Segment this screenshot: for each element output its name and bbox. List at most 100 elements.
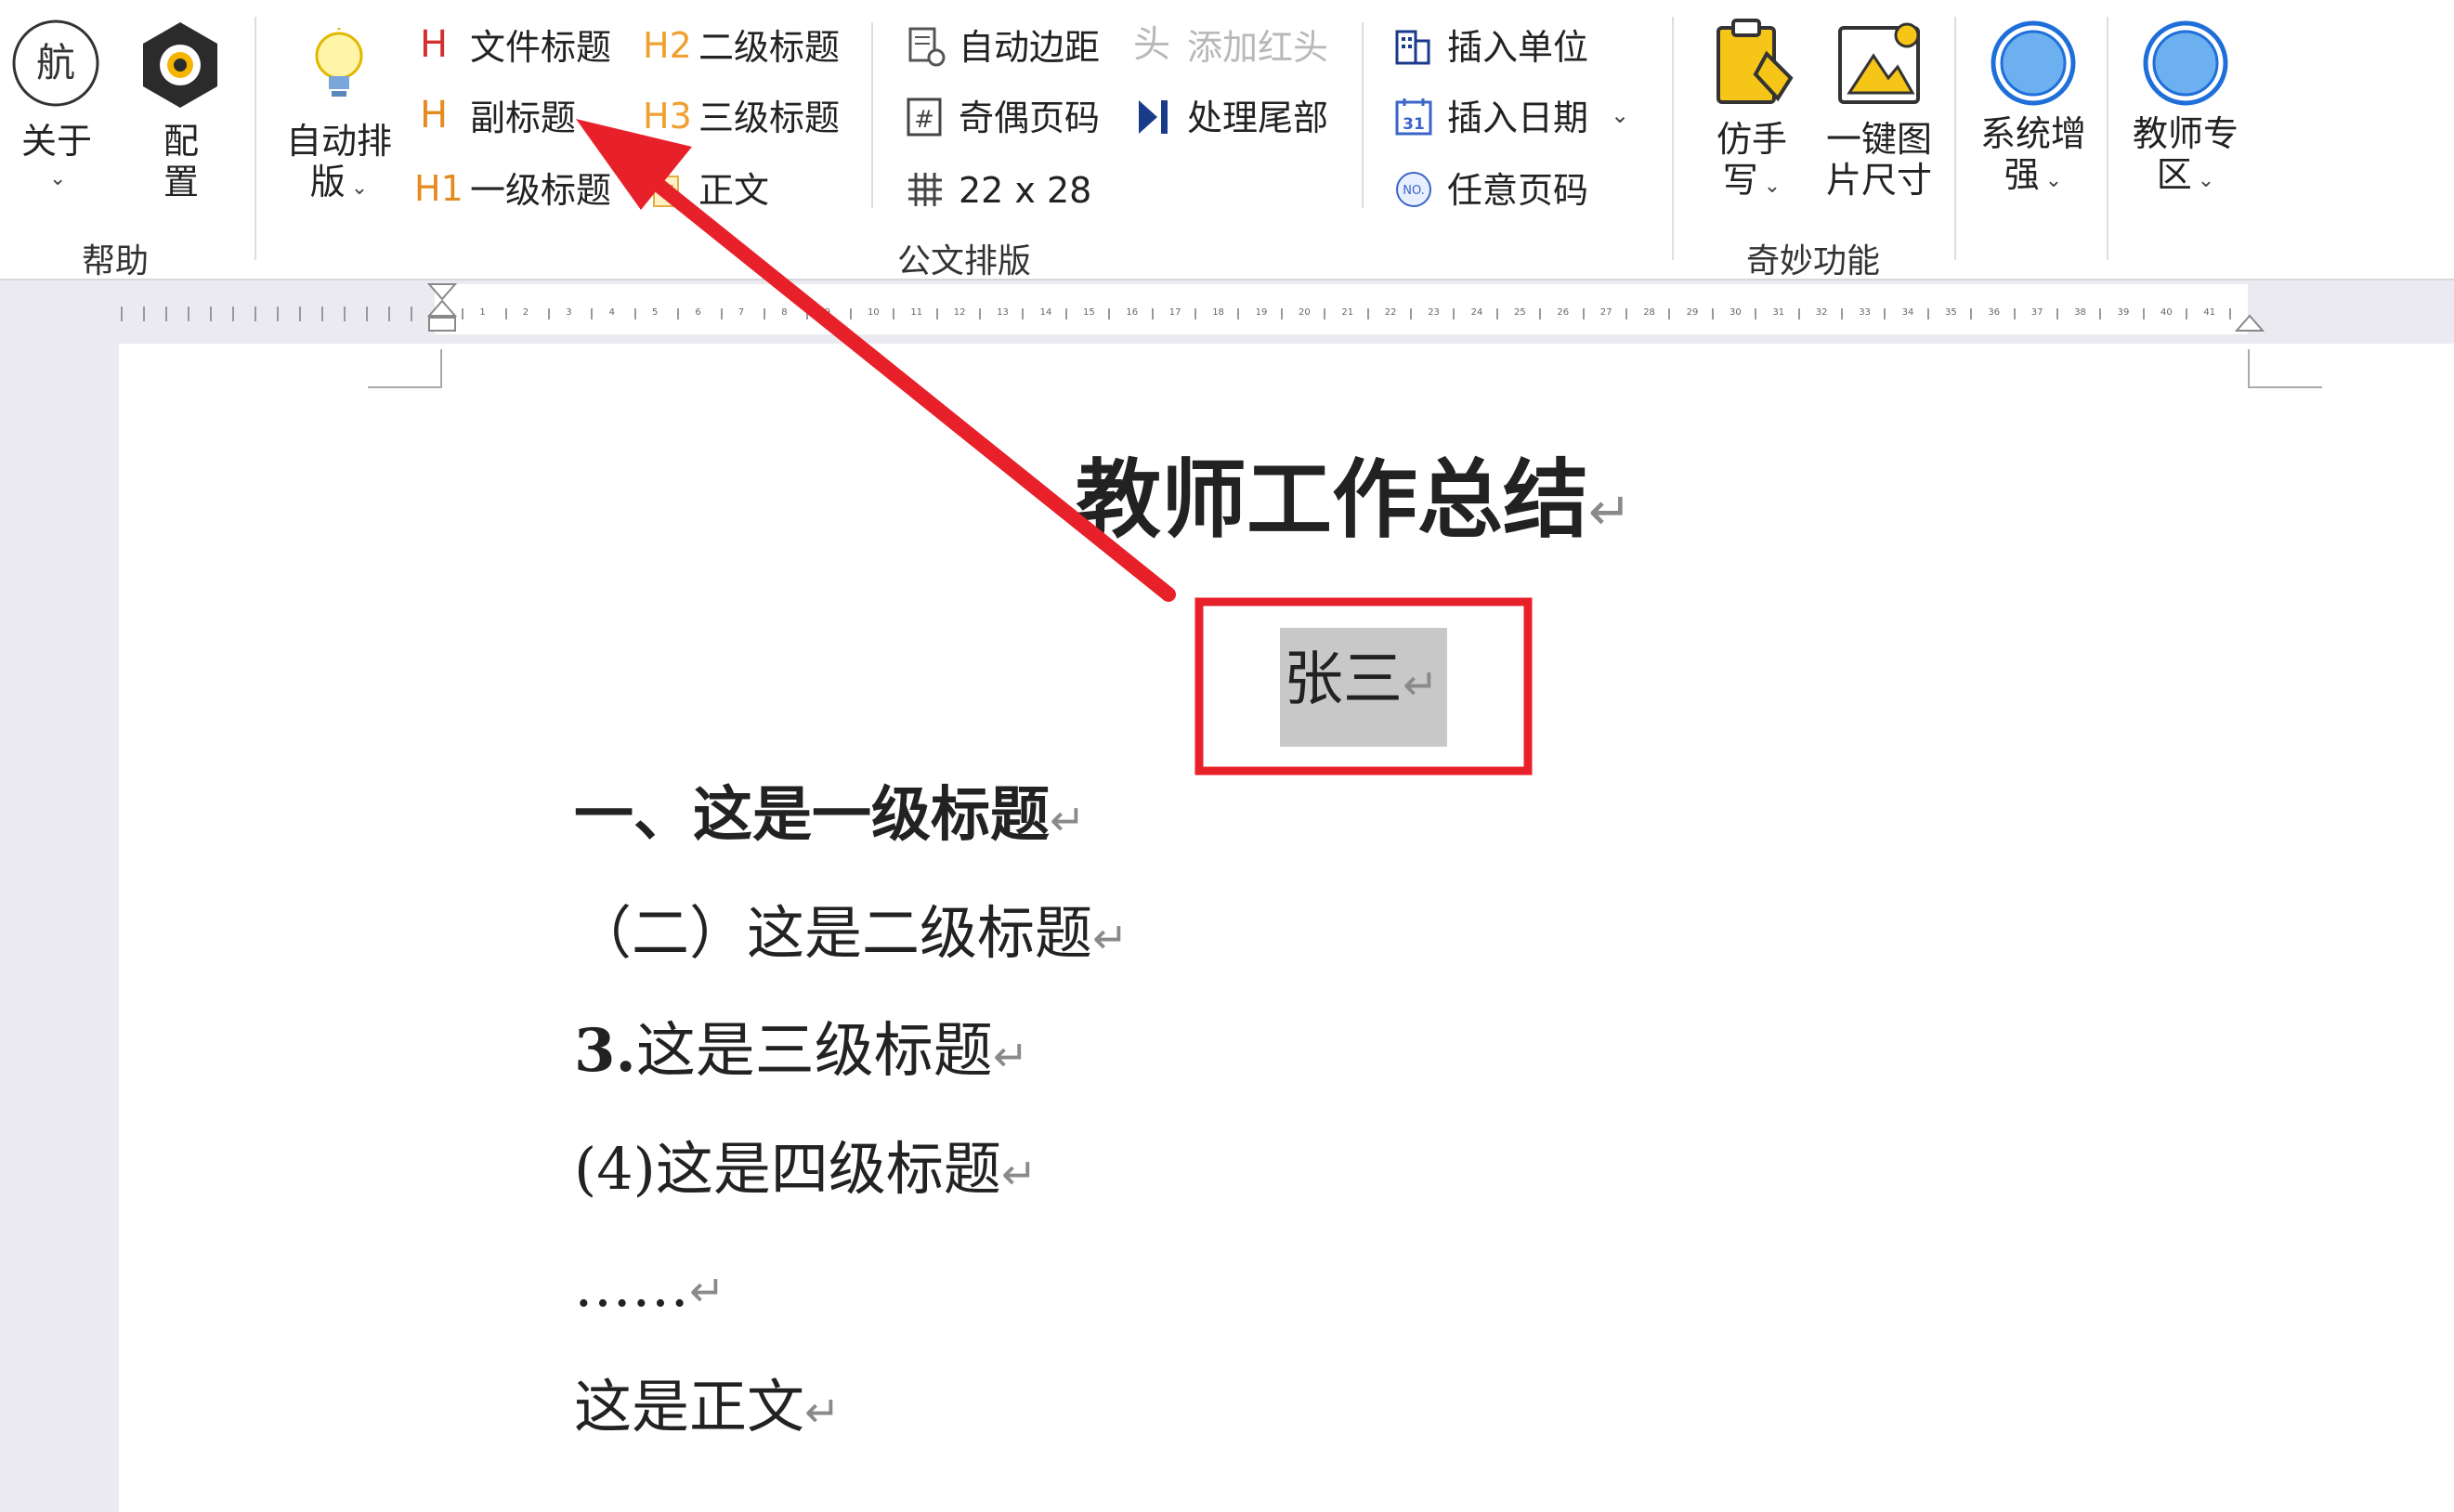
config-button[interactable]: 配 置 [130, 17, 232, 202]
process-tail-button[interactable]: 处理尾部 [1131, 97, 1336, 141]
body-text-label: 正文 [698, 170, 770, 211]
ruler-number: 5 [652, 307, 659, 318]
document-author[interactable]: 张三↵ [1284, 650, 1439, 710]
teacher-circle-icon [2143, 20, 2228, 106]
calendar-icon-number: 31 [1403, 115, 1425, 134]
auto-layout-label-2: 版 ⌄ [309, 162, 369, 202]
teacher-label-2: 区 ⌄ [2156, 154, 2215, 195]
system-enhance-button[interactable]: 系统增 强 ⌄ [1973, 17, 2094, 202]
ruler-tick [1884, 308, 1886, 319]
add-red-header-button[interactable]: 头 添加红头 [1131, 26, 1336, 71]
ruler-number: 38 [2074, 307, 2086, 318]
ruler-tick [2013, 308, 2016, 319]
odd-even-page-icon: # [907, 98, 942, 137]
ruler-tick [1064, 308, 1067, 319]
ruler-tick [1237, 308, 1240, 319]
ruler-tick [720, 308, 723, 319]
ruler-number: 2 [522, 307, 529, 318]
ruler-tick [1582, 308, 1585, 319]
ruler-tick [1495, 308, 1498, 319]
ruler-tick [1926, 308, 1929, 319]
imitate-label-1: 仿手 [1716, 119, 1787, 160]
ruler-number: 29 [1686, 307, 1699, 318]
ruler-number: 41 [2203, 307, 2216, 318]
imitate-handwriting-button[interactable]: 仿手 写 ⌄ [1696, 17, 1808, 202]
group-separator [255, 17, 256, 260]
h-subtitle-icon: H [420, 94, 449, 137]
ruler-tick [1711, 308, 1714, 319]
ruler-number: 7 [738, 307, 745, 318]
h2-icon: H2 [643, 25, 692, 66]
ruler-tick [548, 308, 550, 319]
ruler-number: 14 [1039, 307, 1052, 318]
config-label-2: 置 [163, 162, 199, 202]
ruler-tick [1970, 308, 1973, 319]
auto-margin-button[interactable]: 自动边距 [901, 26, 1105, 71]
subtitle-button[interactable]: H 副标题 [414, 97, 619, 141]
clipboard-pen-icon [1716, 19, 1794, 104]
ruler-tick [764, 308, 765, 319]
h1-label: 一级标题 [470, 170, 612, 211]
ruler-number: 20 [1299, 307, 1311, 318]
insert-unit-button[interactable]: 插入单位 [1390, 26, 1594, 71]
ruler-number: 28 [1643, 307, 1655, 318]
document-heading-4[interactable]: (4)这是四级标题↵ [574, 1141, 1037, 1198]
document-title[interactable]: 教师工作总结↵ [1076, 457, 1632, 542]
document-heading-2[interactable]: （二）这是二级标题↵ [574, 905, 1129, 962]
insert-date-dropdown-icon[interactable]: ⌄ [1611, 102, 1629, 128]
grid-size-button[interactable]: 22 x 28 [901, 169, 1105, 214]
red-header-icon: 头 [1133, 23, 1170, 66]
document-body-text[interactable]: 这是正文↵ [574, 1378, 841, 1436]
ruler-number: 31 [1772, 307, 1785, 318]
document-heading-1[interactable]: 一、这是一级标题↵ [574, 786, 1086, 845]
system-label-2: 强 ⌄ [2004, 154, 2063, 195]
h3-button[interactable]: H3 三级标题 [643, 97, 847, 141]
ruler-tick [1108, 308, 1111, 319]
ruler-tick [2228, 308, 2231, 319]
right-indent-marker[interactable] [2233, 306, 2266, 344]
ruler-tick [849, 308, 852, 319]
auto-layout-button[interactable]: 自动排 版 ⌄ [279, 28, 399, 214]
group-separator [2107, 17, 2108, 260]
any-page-number-button[interactable]: NO. 任意页码 [1390, 169, 1594, 214]
ruler-tick [1410, 308, 1412, 319]
lightbulb-icon [315, 28, 363, 97]
group-separator [1954, 17, 1956, 260]
ruler-tick [2186, 308, 2188, 319]
ruler-tick [1797, 308, 1800, 319]
ruler-number: 19 [1255, 307, 1268, 318]
insert-date-button[interactable]: 31 插入日期 ⌄ [1390, 97, 1650, 141]
ruler-tick [1625, 308, 1627, 319]
building-icon [1395, 30, 1430, 65]
odd-even-page-button[interactable]: # 奇偶页码 [901, 97, 1105, 141]
ruler-number: 17 [1168, 307, 1181, 318]
about-button[interactable]: 航 关于 ⌄ [6, 17, 108, 202]
crop-mark [440, 349, 442, 388]
ruler-tick [1022, 308, 1025, 319]
ruler-number: 35 [1945, 307, 1957, 318]
ruler-tick [2056, 308, 2058, 319]
ruler-number: 36 [1988, 307, 2001, 318]
first-line-indent-marker[interactable] [425, 282, 459, 338]
crop-mark [2248, 349, 2250, 388]
document-heading-3[interactable]: 3.这是三级标题↵ [574, 1022, 1028, 1082]
insert-date-label: 插入日期 [1447, 98, 1589, 138]
image-size-button[interactable]: 一键图 片尺寸 [1819, 17, 1939, 202]
process-tail-label: 处理尾部 [1187, 98, 1329, 138]
auto-margin-label: 自动边距 [959, 27, 1101, 68]
ruler-tick [1668, 308, 1671, 319]
file-title-button[interactable]: H 文件标题 [414, 26, 619, 71]
image-size-label-1: 一键图 [1825, 119, 1932, 160]
chevron-down-icon: ⌄ [49, 167, 67, 190]
document-ellipsis[interactable]: ……↵ [574, 1258, 725, 1315]
crop-mark [368, 386, 442, 388]
svg-text:#: # [914, 106, 934, 134]
h1-button[interactable]: H1 一级标题 [414, 169, 619, 214]
h2-button[interactable]: H2 二级标题 [643, 26, 847, 71]
h1-icon: H1 [414, 168, 463, 209]
teacher-zone-button[interactable]: 教师专 区 ⌄ [2125, 17, 2246, 202]
body-text-button[interactable]: 正文 [643, 169, 810, 214]
ruler-tick [462, 308, 464, 319]
ruler-tick [1453, 308, 1455, 319]
group-label-format: 公文排版 [897, 242, 1032, 280]
